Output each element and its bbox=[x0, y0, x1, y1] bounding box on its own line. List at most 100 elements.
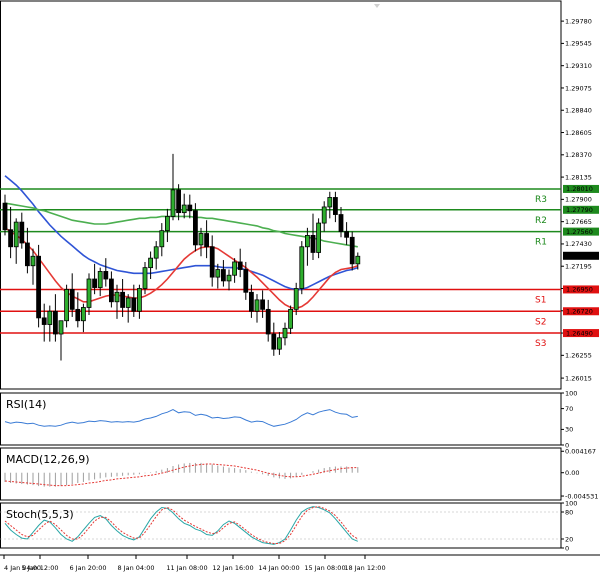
time-tick-label: 6 Jan 20:00 bbox=[69, 564, 106, 572]
time-tick-label: 5 Jan 12:00 bbox=[21, 564, 58, 572]
time-tick-label: 12 Jan 16:00 bbox=[212, 564, 253, 572]
moving-averages bbox=[4, 175, 359, 310]
candle-body-bearish bbox=[41, 317, 47, 325]
candle bbox=[299, 241, 305, 295]
candle bbox=[86, 273, 92, 316]
candle-body-bullish bbox=[81, 307, 86, 322]
candlesticks bbox=[2, 153, 361, 361]
candle bbox=[293, 282, 299, 316]
candle-body-bearish bbox=[332, 197, 338, 215]
stoch-tick-label: 20 bbox=[565, 535, 573, 543]
candle bbox=[19, 212, 25, 249]
candle bbox=[271, 322, 277, 356]
candle-body-bearish bbox=[220, 269, 226, 282]
candle bbox=[125, 294, 131, 323]
level-name-r3: R3 bbox=[535, 195, 547, 205]
candle bbox=[209, 235, 215, 287]
current-price-label: 1.27305 bbox=[566, 252, 593, 260]
candle-body-bearish bbox=[53, 310, 58, 335]
candle bbox=[181, 193, 187, 219]
candle bbox=[254, 294, 260, 323]
price-tick-label: 1.29075 bbox=[565, 84, 592, 92]
candle bbox=[349, 231, 355, 271]
price-tick-label: 1.28135 bbox=[565, 173, 592, 181]
price-tick-label: 1.26015 bbox=[565, 374, 592, 382]
moving-average-line-1 bbox=[4, 175, 359, 291]
candle bbox=[243, 261, 249, 300]
stoch-tick-label: 100 bbox=[565, 499, 577, 507]
level-price-label: 1.26490 bbox=[566, 329, 593, 337]
candle-body-bullish bbox=[327, 197, 333, 208]
candle bbox=[148, 251, 154, 280]
stoch-panel: 10080 200 Stoch(5,5,3) bbox=[0, 499, 577, 552]
candle-body-bearish bbox=[248, 291, 254, 312]
candle-body-bullish bbox=[355, 255, 361, 265]
candle-body-bullish bbox=[293, 288, 299, 310]
candle-body-bearish bbox=[209, 246, 215, 278]
candle bbox=[192, 203, 198, 252]
candle-body-bearish bbox=[192, 210, 198, 246]
candle bbox=[136, 284, 142, 319]
candle-body-bullish bbox=[97, 271, 103, 288]
candle-body-bullish bbox=[181, 204, 187, 214]
price-tick-label: 1.28840 bbox=[565, 107, 592, 115]
rsi-title: RSI(14) bbox=[6, 398, 46, 411]
candle bbox=[316, 218, 322, 259]
price-tick-label: 1.28605 bbox=[565, 129, 592, 137]
price-tick-label: 1.29310 bbox=[565, 62, 592, 70]
candle-body-bearish bbox=[344, 231, 350, 238]
candle-body-bullish bbox=[226, 274, 232, 282]
candle bbox=[64, 284, 69, 328]
candle bbox=[103, 258, 109, 287]
macd-tick-label: 0.00 bbox=[565, 469, 579, 477]
time-tick-label: 18 Jan 12:00 bbox=[344, 564, 385, 572]
candle-body-bullish bbox=[58, 320, 64, 335]
candle bbox=[310, 213, 316, 261]
candle bbox=[153, 241, 159, 270]
candle-body-bullish bbox=[232, 261, 238, 276]
candle-body-bearish bbox=[349, 236, 355, 265]
level-price-label: 1.26950 bbox=[566, 286, 593, 294]
candle bbox=[176, 184, 182, 221]
candle bbox=[30, 248, 36, 285]
level-name-r2: R2 bbox=[535, 216, 547, 226]
candle bbox=[69, 273, 75, 317]
price-tick-label: 1.29780 bbox=[565, 17, 592, 25]
candle-body-bullish bbox=[136, 288, 142, 312]
candle-body-bearish bbox=[92, 278, 97, 288]
candle bbox=[58, 320, 64, 361]
time-tick-label: 14 Jan 00:00 bbox=[258, 564, 299, 572]
candle-body-bearish bbox=[260, 299, 266, 310]
candle-body-bullish bbox=[164, 216, 170, 232]
candle bbox=[204, 220, 210, 259]
candle-body-bullish bbox=[86, 278, 92, 308]
top-marker bbox=[374, 4, 380, 8]
price-tick-label: 1.28370 bbox=[565, 151, 592, 159]
level-price-label: 1.28010 bbox=[566, 185, 593, 193]
candle-body-bullish bbox=[64, 289, 69, 322]
time-tick-label: 15 Jan 08:00 bbox=[304, 564, 345, 572]
candle-body-bearish bbox=[120, 291, 125, 308]
candle-body-bearish bbox=[36, 255, 41, 319]
candle bbox=[321, 201, 327, 232]
price-tick-label: 1.27665 bbox=[565, 218, 592, 226]
candle-body-bearish bbox=[338, 214, 344, 233]
candle-body-bullish bbox=[288, 308, 294, 329]
candle-body-bullish bbox=[125, 297, 131, 308]
candle-body-bearish bbox=[237, 261, 243, 270]
candle-body-bullish bbox=[276, 337, 282, 350]
rsi-panel-frame bbox=[0, 392, 562, 446]
candle-body-bullish bbox=[153, 246, 159, 259]
candle-body-bearish bbox=[310, 234, 316, 253]
candle bbox=[159, 223, 165, 257]
candle bbox=[81, 303, 86, 333]
candle bbox=[41, 303, 47, 342]
candle-body-bullish bbox=[299, 246, 305, 289]
price-axis: 1.29780 1.29545 1.29310 1.29075 1.28840 1.286… bbox=[561, 17, 592, 382]
time-axis: 4 Jan 04:005 Jan 12:00 6 Jan 20:00 8 Jan 0… bbox=[3, 555, 386, 572]
price-tick-label: 1.29545 bbox=[565, 40, 592, 48]
macd-tick-label: 0.004167 bbox=[565, 448, 596, 456]
candle-body-bearish bbox=[103, 271, 109, 280]
candle bbox=[24, 227, 30, 274]
candle bbox=[327, 191, 333, 219]
